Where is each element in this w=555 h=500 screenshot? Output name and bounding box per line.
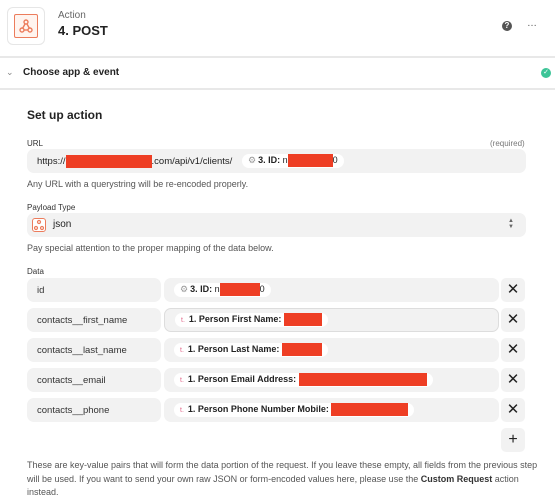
data-key-text: contacts__email: [37, 375, 106, 386]
text-field-icon: t.: [180, 406, 184, 414]
payload-help-text: Pay special attention to the proper mapp…: [27, 243, 274, 253]
pill-label: 1. Person Phone Number Mobile:: [187, 403, 329, 414]
email-pill[interactable]: t. 1. Person Email Address:: [174, 373, 433, 387]
data-key-input[interactable]: contacts__last_name: [27, 338, 161, 362]
pill-label: 1. Person First Name:: [188, 313, 282, 324]
gear-icon: ⚙: [180, 283, 189, 294]
phone-pill[interactable]: t. 1. Person Phone Number Mobile:: [174, 403, 415, 417]
add-row-button[interactable]: +: [501, 428, 525, 452]
data-value-input[interactable]: t. 1. Person Last Name:: [164, 338, 499, 362]
pill-suffix: 0: [259, 283, 265, 294]
remove-row-button[interactable]: ✕: [501, 308, 525, 332]
redacted-block: [283, 313, 322, 326]
step-title: 4. POST: [58, 23, 108, 38]
text-field-icon: t.: [181, 316, 185, 324]
data-value-input[interactable]: t. 1. Person First Name:: [164, 308, 499, 332]
chevron-down-icon[interactable]: ⌄: [6, 67, 14, 78]
data-key-text: contacts__phone: [37, 405, 110, 416]
url-label: URL: [27, 139, 44, 148]
webhook-icon: [14, 14, 38, 38]
remove-row-button[interactable]: ✕: [501, 368, 525, 392]
payload-type-label: Payload Type: [27, 203, 76, 212]
pill-label: 3. ID:: [190, 283, 213, 294]
step-type: Action: [58, 10, 86, 21]
url-path: .com/api/v1/clients/: [151, 156, 233, 168]
pill-suffix: 0: [332, 154, 338, 165]
first-name-pill[interactable]: t. 1. Person First Name:: [175, 313, 328, 327]
check-circle-icon: ✓: [541, 68, 551, 78]
remove-row-button[interactable]: ✕: [501, 338, 525, 362]
redacted-block: [219, 283, 260, 296]
pill-label: 1. Person Last Name:: [187, 343, 280, 354]
data-key-input[interactable]: id: [27, 278, 161, 302]
custom-request-link-part: Custom: [420, 473, 455, 484]
data-value-input[interactable]: t. 1. Person Phone Number Mobile:: [164, 398, 499, 422]
data-help-text: These are key-value pairs that will form…: [27, 459, 547, 500]
url-help-text: Any URL with a querystring will be re-en…: [27, 179, 249, 189]
more-options-icon[interactable]: …: [527, 18, 537, 29]
setup-action-title: Set up action: [27, 108, 103, 122]
data-key-text: contacts__first_name: [37, 315, 128, 326]
pill-label: 3. ID:: [258, 154, 281, 165]
data-key-input[interactable]: contacts__phone: [27, 398, 161, 422]
redacted-block: [65, 155, 152, 168]
data-value-input[interactable]: ⚙ 3. ID: n0: [164, 278, 499, 302]
pill-label: 1. Person Email Address:: [187, 373, 297, 384]
payload-type-select[interactable]: json ▲ ▼: [27, 213, 526, 237]
redacted-block: [298, 373, 427, 386]
data-label: Data: [27, 267, 44, 276]
remove-row-button[interactable]: ✕: [501, 398, 525, 422]
id-pill[interactable]: ⚙ 3. ID: n0: [174, 283, 271, 297]
url-id-pill[interactable]: ⚙ 3. ID: n0: [242, 154, 344, 168]
webhook-icon: [32, 218, 46, 232]
text-field-icon: t.: [180, 346, 184, 354]
payload-type-value: json: [53, 219, 72, 230]
redacted-block: [331, 403, 409, 416]
select-arrows-icon: ▲ ▼: [508, 218, 514, 230]
data-value-input[interactable]: t. 1. Person Email Address:: [164, 368, 499, 392]
data-key-input[interactable]: contacts__email: [27, 368, 161, 392]
choose-app-event-section[interactable]: ⌄ Choose app & event ✓: [0, 58, 555, 88]
required-indicator: (required): [490, 139, 525, 148]
remove-row-button[interactable]: ✕: [501, 278, 525, 302]
url-input[interactable]: https:// .com/api/v1/clients/ ⚙ 3. ID: n0: [27, 149, 526, 173]
redacted-block: [281, 343, 322, 356]
url-prefix: https://: [37, 156, 66, 168]
text-field-icon: t.: [180, 376, 184, 384]
step-header: Action 4. POST ? …: [0, 0, 555, 55]
custom-request-link-part: Request: [456, 473, 493, 484]
app-icon-tile: [7, 7, 45, 45]
data-key-text: id: [37, 285, 45, 296]
gear-icon: ⚙: [248, 154, 257, 165]
redacted-block: [287, 154, 333, 167]
help-icon[interactable]: ?: [502, 21, 512, 31]
last-name-pill[interactable]: t. 1. Person Last Name:: [174, 343, 328, 357]
data-key-input[interactable]: contacts__first_name: [27, 308, 161, 332]
section-title[interactable]: Choose app & event: [23, 67, 119, 78]
data-key-text: contacts__last_name: [37, 345, 127, 356]
